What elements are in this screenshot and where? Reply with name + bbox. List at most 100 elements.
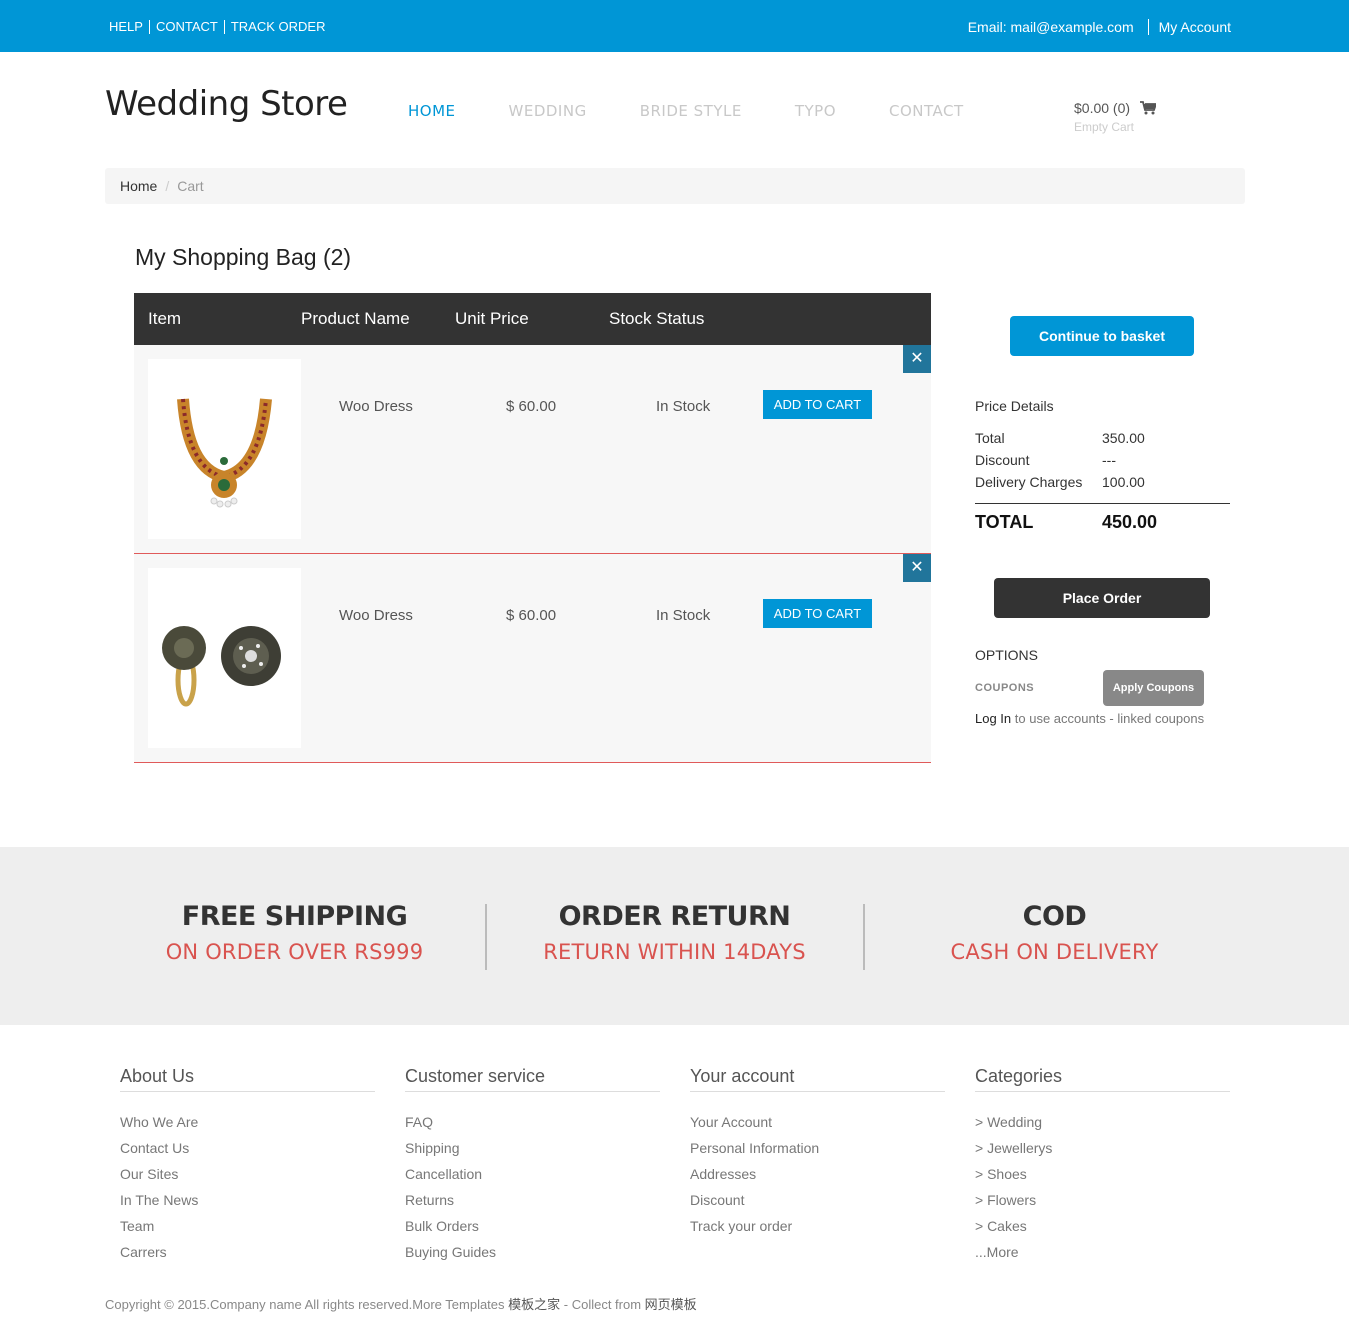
- shopping-cart-icon: [1140, 101, 1157, 115]
- apply-coupons-button[interactable]: Apply Coupons: [1103, 670, 1204, 706]
- rings-image: [162, 626, 281, 707]
- footer-link[interactable]: Your Account: [690, 1109, 945, 1135]
- footer-link[interactable]: > Cakes: [975, 1213, 1230, 1239]
- price-row-total: Total 350.00: [975, 430, 1145, 446]
- footer-link[interactable]: In The News: [120, 1187, 375, 1213]
- stock-status: In Stock: [656, 398, 711, 415]
- feature-free-shipping: FREE SHIPPING ON ORDER OVER RS999: [105, 901, 484, 964]
- continue-to-basket-button[interactable]: Continue to basket: [1010, 316, 1194, 356]
- site-logo[interactable]: Wedding Store: [105, 84, 348, 124]
- footer-link[interactable]: Buying Guides: [405, 1239, 660, 1265]
- table-header: Item Product Name Unit Price Stock Statu…: [134, 293, 931, 345]
- total-value: 450.00: [1102, 512, 1158, 532]
- price-value: 100.00: [1102, 474, 1145, 490]
- price-row-delivery: Delivery Charges 100.00: [975, 474, 1145, 490]
- footer-link[interactable]: Returns: [405, 1187, 660, 1213]
- product-image-rings[interactable]: [148, 568, 301, 748]
- copyright-link-1[interactable]: 模板之家: [508, 1297, 560, 1312]
- nav-bride-style[interactable]: BRIDE STYLE: [640, 102, 742, 120]
- footer-link[interactable]: Bulk Orders: [405, 1213, 660, 1239]
- my-account-link[interactable]: My Account: [1159, 19, 1231, 35]
- footer-link[interactable]: > Shoes: [975, 1161, 1230, 1187]
- copyright-mid: - Collect from: [560, 1297, 645, 1312]
- footer-link[interactable]: > Jewellerys: [975, 1135, 1230, 1161]
- breadcrumb-separator: /: [165, 178, 170, 194]
- footer-link[interactable]: Team: [120, 1213, 375, 1239]
- feature-order-return: ORDER RETURN RETURN WITHIN 14DAYS: [485, 901, 864, 964]
- necklace-image: [177, 398, 272, 508]
- table-row: Woo Dress $ 60.00 In Stock ADD TO CART ✕: [134, 554, 931, 763]
- nav-typo[interactable]: TYPO: [795, 102, 836, 120]
- footer-heading: About Us: [120, 1066, 375, 1092]
- feature-cod: COD CASH ON DELIVERY: [865, 901, 1244, 964]
- col-unit-price: Unit Price: [455, 309, 529, 328]
- price-row-discount: Discount ---: [975, 452, 1116, 468]
- breadcrumb: Home / Cart: [105, 168, 1245, 204]
- price-label: Discount: [975, 452, 1030, 468]
- help-link[interactable]: HELP: [109, 20, 150, 34]
- copyright: Copyright © 2015.Company name All rights…: [105, 1294, 697, 1313]
- top-bar: HELP CONTACT TRACK ORDER Email: mail@exa…: [0, 0, 1349, 52]
- breadcrumb-home[interactable]: Home: [120, 178, 157, 194]
- grand-total: TOTAL 450.00: [975, 512, 1157, 533]
- product-name[interactable]: Woo Dress: [339, 398, 413, 415]
- feature-title: FREE SHIPPING: [181, 901, 408, 932]
- col-product-name: Product Name: [301, 309, 410, 328]
- footer-link[interactable]: Who We Are: [120, 1109, 375, 1135]
- footer-link[interactable]: Addresses: [690, 1161, 945, 1187]
- footer-link[interactable]: Personal Information: [690, 1135, 945, 1161]
- features-band: FREE SHIPPING ON ORDER OVER RS999 ORDER …: [0, 847, 1349, 1025]
- stock-status: In Stock: [656, 607, 711, 624]
- add-to-cart-button[interactable]: ADD TO CART: [763, 599, 872, 628]
- copyright-link-2[interactable]: 网页模板: [645, 1297, 697, 1312]
- footer-link[interactable]: Cancellation: [405, 1161, 660, 1187]
- top-links: HELP CONTACT TRACK ORDER: [109, 20, 337, 34]
- nav-wedding[interactable]: WEDDING: [509, 102, 587, 120]
- footer-your-account: Your account Your Account Personal Infor…: [690, 1066, 945, 1239]
- footer-link[interactable]: > Flowers: [975, 1187, 1230, 1213]
- remove-item-close-icon[interactable]: ✕: [903, 345, 931, 373]
- col-item: Item: [148, 309, 182, 328]
- feature-title: ORDER RETURN: [558, 901, 791, 932]
- product-name[interactable]: Woo Dress: [339, 607, 413, 624]
- footer-link[interactable]: Carrers: [120, 1239, 375, 1265]
- cart-table: Item Product Name Unit Price Stock Statu…: [134, 293, 931, 763]
- cart-status: Empty Cart: [1074, 120, 1135, 134]
- login-note: Log In to use accounts - linked coupons: [975, 711, 1204, 726]
- footer-customer-service: Customer service FAQ Shipping Cancellati…: [405, 1066, 660, 1265]
- footer-link[interactable]: Our Sites: [120, 1161, 375, 1187]
- feature-title: COD: [1022, 901, 1087, 932]
- footer-heading: Categories: [975, 1066, 1230, 1092]
- email-text[interactable]: Email: mail@example.com: [968, 19, 1149, 35]
- unit-price: $ 60.00: [506, 607, 557, 624]
- nav-contact[interactable]: CONTACT: [889, 102, 964, 120]
- log-in-link[interactable]: Log In: [975, 711, 1011, 726]
- product-image-necklace[interactable]: [148, 359, 301, 539]
- page-title: My Shopping Bag (2): [135, 244, 352, 270]
- footer-link[interactable]: > Wedding: [975, 1109, 1230, 1135]
- nav-home[interactable]: HOME: [408, 102, 456, 120]
- footer-link[interactable]: Discount: [690, 1187, 945, 1213]
- feature-subtitle: ON ORDER OVER RS999: [165, 940, 424, 964]
- mini-cart[interactable]: $0.00 (0) Empty Cart: [1074, 100, 1157, 134]
- remove-item-close-icon[interactable]: ✕: [903, 554, 931, 582]
- contact-link[interactable]: CONTACT: [156, 20, 225, 34]
- price-label: Total: [975, 430, 1005, 446]
- add-to-cart-button[interactable]: ADD TO CART: [763, 390, 872, 419]
- place-order-button[interactable]: Place Order: [994, 578, 1210, 618]
- track-order-link[interactable]: TRACK ORDER: [231, 20, 332, 34]
- unit-price: $ 60.00: [506, 398, 557, 415]
- footer-link[interactable]: Contact Us: [120, 1135, 375, 1161]
- feature-subtitle: CASH ON DELIVERY: [950, 940, 1159, 964]
- login-note-text: to use accounts - linked coupons: [1011, 711, 1205, 726]
- cart-amount: $0.00 (0): [1074, 100, 1131, 116]
- price-value: ---: [1102, 452, 1116, 468]
- coupons-label: COUPONS: [975, 682, 1035, 694]
- total-label: TOTAL: [975, 512, 1034, 532]
- footer-link[interactable]: ...More: [975, 1239, 1230, 1265]
- footer-link[interactable]: FAQ: [405, 1109, 660, 1135]
- top-right: Email: mail@example.com My Account: [968, 19, 1231, 35]
- footer-link[interactable]: Shipping: [405, 1135, 660, 1161]
- table-row: Woo Dress $ 60.00 In Stock ADD TO CART ✕: [134, 345, 931, 554]
- footer-link[interactable]: Track your order: [690, 1213, 945, 1239]
